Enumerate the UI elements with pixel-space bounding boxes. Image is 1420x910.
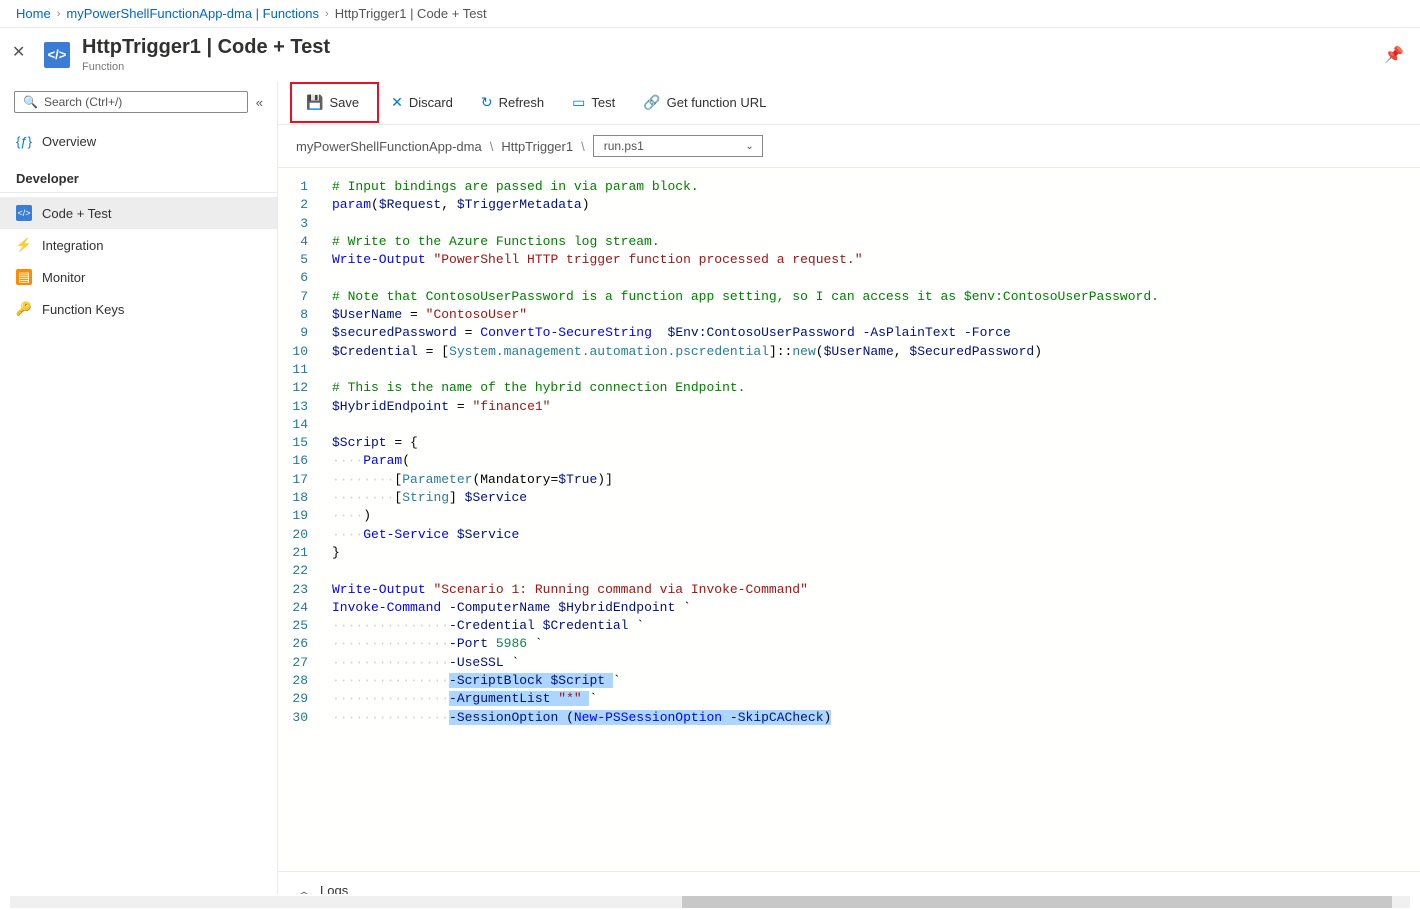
overview-icon: {ƒ} bbox=[16, 133, 32, 149]
code-editor[interactable]: 1234567891011121314151617181920212223242… bbox=[278, 168, 1420, 871]
path-sep: \ bbox=[490, 139, 494, 154]
sidebar-item-label: Overview bbox=[42, 134, 96, 149]
search-icon: 🔍 bbox=[23, 95, 38, 109]
refresh-label: Refresh bbox=[499, 95, 545, 110]
chevron-right-icon: › bbox=[325, 8, 329, 20]
chevron-right-icon: › bbox=[57, 8, 61, 20]
chevron-down-icon: ⌄ bbox=[745, 141, 753, 152]
pathbar: myPowerShellFunctionApp-dma \ HttpTrigge… bbox=[278, 125, 1420, 168]
sidebar-item-label: Function Keys bbox=[42, 302, 124, 317]
breadcrumb-current: HttpTrigger1 | Code + Test bbox=[335, 6, 487, 21]
sidebar-item-label: Integration bbox=[42, 238, 103, 253]
path-sep: \ bbox=[581, 139, 585, 154]
test-button[interactable]: ▭ Test bbox=[560, 88, 627, 117]
breadcrumb-app[interactable]: myPowerShellFunctionApp-dma | Functions bbox=[66, 6, 319, 21]
pin-icon[interactable]: 📌 bbox=[1384, 45, 1404, 65]
breadcrumb: Home › myPowerShellFunctionApp-dma | Fun… bbox=[0, 0, 1420, 28]
sidebar: 🔍 Search (Ctrl+/) « {ƒ} Overview Develop… bbox=[0, 81, 278, 909]
titlebar: </> HttpTrigger1 | Code + Test Function … bbox=[0, 28, 1420, 81]
path-app: myPowerShellFunctionApp-dma bbox=[296, 139, 482, 154]
line-gutter: 1234567891011121314151617181920212223242… bbox=[278, 168, 318, 871]
path-function: HttpTrigger1 bbox=[501, 139, 573, 154]
discard-label: Discard bbox=[409, 95, 453, 110]
file-select-value: run.ps1 bbox=[604, 139, 644, 153]
code-icon: </> bbox=[16, 205, 32, 221]
monitor-icon: ▤ bbox=[16, 269, 32, 285]
save-highlight: 💾 Save bbox=[290, 82, 379, 123]
page-title: HttpTrigger1 | Code + Test bbox=[82, 36, 330, 59]
search-placeholder: Search (Ctrl+/) bbox=[44, 95, 122, 109]
search-input[interactable]: 🔍 Search (Ctrl+/) bbox=[14, 91, 248, 113]
sidebar-item-overview[interactable]: {ƒ} Overview bbox=[0, 125, 277, 157]
page-subtitle: Function bbox=[82, 61, 330, 73]
toolbar: 💾 Save ✕ Discard ↻ Refresh ▭ Test 🔗 Get … bbox=[278, 81, 1420, 125]
sidebar-item-label: Code + Test bbox=[42, 206, 112, 221]
bolt-icon: ⚡ bbox=[16, 237, 32, 253]
save-button[interactable]: 💾 Save bbox=[294, 88, 371, 117]
code-lines[interactable]: # Input bindings are passed in via param… bbox=[318, 168, 1420, 871]
discard-icon: ✕ bbox=[391, 94, 403, 111]
function-icon: </> bbox=[44, 42, 70, 68]
save-label: Save bbox=[329, 95, 359, 110]
url-icon: 🔗 bbox=[643, 94, 660, 111]
sidebar-item-monitor[interactable]: ▤ Monitor bbox=[0, 261, 277, 293]
test-label: Test bbox=[591, 95, 615, 110]
file-select[interactable]: run.ps1 ⌄ bbox=[593, 135, 763, 157]
refresh-icon: ↻ bbox=[481, 94, 493, 111]
get-function-url-button[interactable]: 🔗 Get function URL bbox=[631, 88, 778, 117]
refresh-button[interactable]: ↻ Refresh bbox=[469, 88, 556, 117]
sidebar-section-developer: Developer bbox=[0, 157, 277, 193]
sidebar-item-label: Monitor bbox=[42, 270, 85, 285]
test-icon: ▭ bbox=[572, 94, 585, 111]
discard-button[interactable]: ✕ Discard bbox=[379, 88, 465, 117]
sidebar-item-code-test[interactable]: </> Code + Test bbox=[0, 197, 277, 229]
sidebar-item-function-keys[interactable]: 🔑 Function Keys bbox=[0, 293, 277, 325]
collapse-sidebar-icon[interactable]: « bbox=[256, 95, 263, 110]
key-icon: 🔑 bbox=[16, 301, 32, 317]
close-icon[interactable]: ✕ bbox=[12, 42, 25, 62]
content-area: 💾 Save ✕ Discard ↻ Refresh ▭ Test 🔗 Get … bbox=[278, 81, 1420, 909]
save-icon: 💾 bbox=[306, 94, 323, 111]
breadcrumb-home[interactable]: Home bbox=[16, 6, 51, 21]
geturl-label: Get function URL bbox=[667, 95, 767, 110]
sidebar-item-integration[interactable]: ⚡ Integration bbox=[0, 229, 277, 261]
horizontal-scrollbar[interactable] bbox=[0, 894, 1420, 910]
